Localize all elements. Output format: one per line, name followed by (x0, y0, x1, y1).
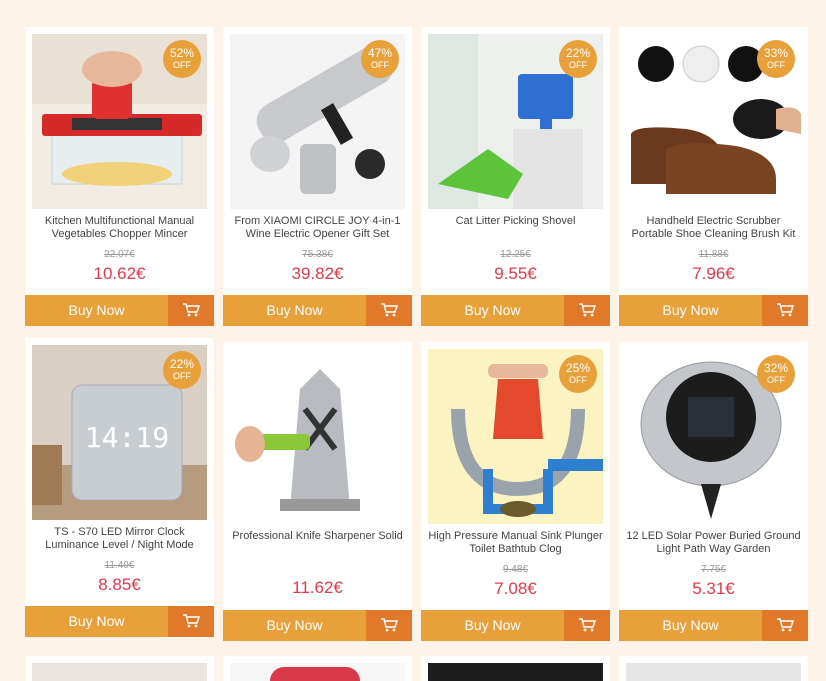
buy-bar: Buy Now (619, 610, 808, 641)
product-title[interactable]: Handheld Electric Scrubber Portable Shoe… (625, 215, 802, 241)
product-card-partial[interactable] (619, 656, 808, 681)
clock-display: 14:19 (85, 421, 169, 454)
sale-price: 7.96€ (692, 264, 735, 283)
product-card[interactable]: 14:19 22% OFF TS - S70 LED Mirror Clock L… (25, 338, 214, 637)
buy-now-button[interactable]: Buy Now (25, 295, 168, 326)
original-price: 75.38€ (302, 249, 333, 260)
product-card[interactable]: Professional Knife Sharpener Solid 11.62… (223, 342, 412, 641)
original-price: 9.48€ (502, 564, 529, 575)
product-image (230, 663, 405, 681)
buy-now-button[interactable]: Buy Now (421, 295, 564, 326)
sale-price: 5.31€ (692, 579, 735, 598)
buy-now-button[interactable]: Buy Now (223, 610, 366, 641)
product-card[interactable]: 52% OFF Kitchen Multifunctional Manual Ve… (25, 27, 214, 326)
product-card-partial[interactable] (25, 656, 214, 681)
add-to-cart-button[interactable] (366, 610, 412, 641)
add-to-cart-button[interactable] (366, 295, 412, 326)
original-price: 11.88€ (698, 249, 729, 260)
product-title[interactable]: Professional Knife Sharpener Solid (229, 530, 406, 543)
buy-bar: Buy Now (223, 295, 412, 326)
product-card-partial[interactable] (421, 656, 610, 681)
original-price: 11.40€ (104, 560, 135, 571)
discount-badge: 52% OFF (163, 40, 201, 78)
product-image (626, 663, 801, 681)
product-card[interactable]: 47% OFF From XIAOMI CIRCLE JOY 4-in-1 Win… (223, 27, 412, 326)
product-image[interactable]: 52% OFF (32, 34, 207, 209)
discount-badge: 47% OFF (361, 40, 399, 78)
discount-badge: 25% OFF (559, 355, 597, 393)
buy-bar: Buy Now (421, 610, 610, 641)
cart-icon (777, 618, 794, 632)
product-image[interactable] (230, 349, 405, 524)
buy-now-button[interactable]: Buy Now (223, 295, 366, 326)
sale-price: 7.08€ (494, 579, 537, 598)
buy-bar: Buy Now (619, 295, 808, 326)
cart-icon (183, 614, 200, 628)
product-title[interactable]: Kitchen Multifunctional Manual Vegetable… (31, 215, 208, 241)
product-title[interactable]: High Pressure Manual Sink Plunger Toilet… (427, 530, 604, 556)
discount-badge: 32% OFF (757, 355, 795, 393)
product-card-partial[interactable] (223, 656, 412, 681)
product-image[interactable]: 22% OFF (428, 34, 603, 209)
add-to-cart-button[interactable] (564, 610, 610, 641)
original-price: 22.07€ (104, 249, 135, 260)
buy-now-button[interactable]: Buy Now (619, 610, 762, 641)
sale-price: 11.62€ (292, 578, 343, 597)
sale-price: 10.62€ (93, 264, 146, 283)
buy-bar: Buy Now (25, 606, 214, 637)
buy-bar: Buy Now (421, 295, 610, 326)
product-card[interactable]: 22% OFF Cat Litter Picking Shovel 12.25€ … (421, 27, 610, 326)
sale-price: 39.82€ (291, 264, 344, 283)
add-to-cart-button[interactable] (762, 610, 808, 641)
product-card[interactable]: 33% OFF Handheld Electric Scrubber Portab… (619, 27, 808, 326)
buy-now-button[interactable]: Buy Now (619, 295, 762, 326)
buy-now-button[interactable]: Buy Now (25, 606, 168, 637)
add-to-cart-button[interactable] (564, 295, 610, 326)
product-image (32, 663, 207, 681)
buy-bar: Buy Now (223, 610, 412, 641)
product-image[interactable]: 25% OFF (428, 349, 603, 524)
discount-badge: 22% OFF (163, 351, 201, 389)
cart-icon (579, 618, 596, 632)
product-image[interactable]: 14:19 22% OFF (32, 345, 207, 520)
sale-price: 9.55€ (494, 264, 537, 283)
cart-icon (183, 303, 200, 317)
product-title[interactable]: Cat Litter Picking Shovel (427, 215, 604, 228)
product-card[interactable]: 32% OFF 12 LED Solar Power Buried Ground … (619, 342, 808, 641)
product-title[interactable]: 12 LED Solar Power Buried Ground Light P… (625, 530, 802, 556)
product-title[interactable]: From XIAOMI CIRCLE JOY 4-in-1 Wine Elect… (229, 215, 406, 241)
discount-badge: 22% OFF (559, 40, 597, 78)
cart-icon (777, 303, 794, 317)
cart-icon (381, 303, 398, 317)
add-to-cart-button[interactable] (762, 295, 808, 326)
add-to-cart-button[interactable] (168, 606, 214, 637)
buy-now-button[interactable]: Buy Now (421, 610, 564, 641)
buy-bar: Buy Now (25, 295, 214, 326)
add-to-cart-button[interactable] (168, 295, 214, 326)
original-price: 7.75€ (700, 564, 727, 575)
cart-icon (579, 303, 596, 317)
cart-icon (381, 618, 398, 632)
product-image[interactable]: 32% OFF (626, 349, 801, 524)
original-price: 12.25€ (500, 249, 531, 260)
knife-sharpener-image (230, 349, 405, 524)
product-card[interactable]: 25% OFF High Pressure Manual Sink Plunger… (421, 342, 610, 641)
discount-badge: 33% OFF (757, 40, 795, 78)
product-image[interactable]: 33% OFF (626, 34, 801, 209)
product-image (428, 663, 603, 681)
product-image[interactable]: 47% OFF (230, 34, 405, 209)
product-title[interactable]: TS - S70 LED Mirror Clock Luminance Leve… (31, 526, 208, 552)
sale-price: 8.85€ (98, 575, 141, 594)
